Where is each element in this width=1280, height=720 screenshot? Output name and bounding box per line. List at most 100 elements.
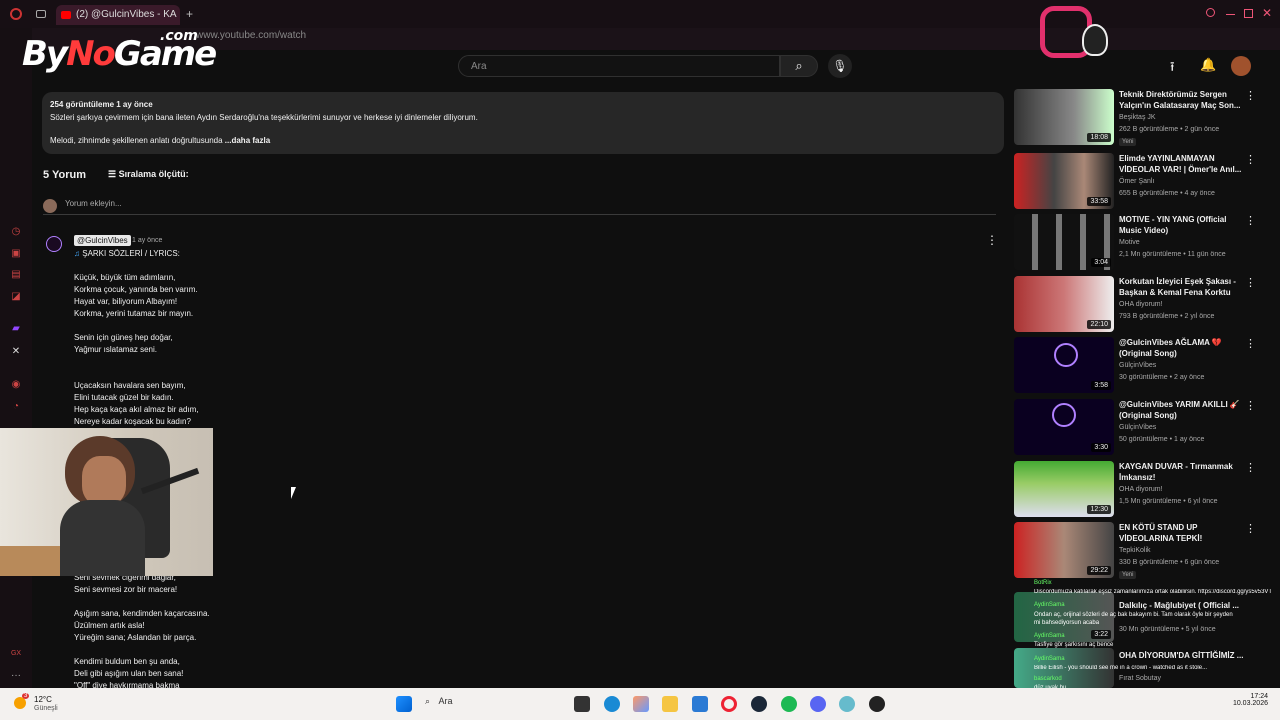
spotify-icon[interactable] xyxy=(781,696,797,712)
channel-name: Motive xyxy=(1119,239,1140,246)
chat-username: AydinSama xyxy=(1034,602,1065,608)
video-title: Korkutan İzleyici Eşek Şakası - Başkan &… xyxy=(1119,277,1236,297)
video-stats: 655 B görüntüleme • 4 ay önce xyxy=(1119,190,1215,197)
show-more-link[interactable]: ...daha fazla xyxy=(225,136,270,145)
lyric-line: Elini tutacak güzel bir kadın. xyxy=(74,393,174,402)
mic-icon: 🎙 xyxy=(832,59,848,73)
close-icon[interactable]: ✕ xyxy=(1262,6,1272,20)
voice-search-button[interactable]: 🎙 xyxy=(828,54,852,78)
comment-time[interactable]: 1 ay önce xyxy=(132,237,162,244)
video-item[interactable]: 29:22 EN KÖTÜ STAND UP VİDEOLARINA TEPKİ… xyxy=(1014,522,1264,580)
sort-icon: ☰ xyxy=(108,169,119,179)
video-thumbnail: 22:10 xyxy=(1014,276,1114,332)
youtube-icon xyxy=(61,11,71,19)
channel-name: Ömer Şanlı xyxy=(1119,178,1155,185)
messenger-icon[interactable]: ◪ xyxy=(10,291,22,303)
chat-message: Tasfiye gör şarkısını aç bence xyxy=(1034,642,1114,648)
lyric-line: Yağmur ıslatamaz seni. xyxy=(74,345,157,354)
more-options-icon[interactable]: ⋮ xyxy=(1245,89,1256,102)
lyric-line: Küçük, büyük tüm adımların, xyxy=(74,273,176,282)
edge-icon[interactable] xyxy=(604,696,620,712)
video-item[interactable]: 3:04 MOTIVE - YIN YANG (Official Music V… xyxy=(1014,214,1264,272)
weather-widget[interactable]: 3 12°C Güneşli xyxy=(14,693,74,715)
search-input[interactable]: Ara xyxy=(458,55,780,77)
more-options-icon[interactable]: ⋮ xyxy=(1245,214,1256,227)
history-icon[interactable]: ◷ xyxy=(10,226,22,238)
minimize-icon[interactable] xyxy=(1226,14,1235,15)
description-line: Sözleri şarkıya çevirmem için bana ilete… xyxy=(50,113,478,122)
new-tab-button[interactable]: + xyxy=(186,7,193,21)
twitch-icon[interactable]: ▰ xyxy=(10,323,22,335)
video-stats: 50 görüntüleme • 1 ay önce xyxy=(1119,436,1205,443)
opera-icon[interactable] xyxy=(721,696,737,712)
store-icon[interactable] xyxy=(692,696,708,712)
more-options-icon[interactable]: ⋮ xyxy=(1245,153,1256,166)
browser-sidebar: ◷ ▣ ▤ ◪ ▰ ✕ ◉ ◔ GX ··· xyxy=(0,28,32,688)
video-stats: 30 görüntüleme • 2 ay önce xyxy=(1119,374,1205,381)
upload-icon[interactable]: ⭱ xyxy=(1170,58,1175,80)
more-options-icon[interactable]: ⋮ xyxy=(1245,337,1256,350)
more-options-icon[interactable]: ⋮ xyxy=(986,233,998,247)
search-icon[interactable] xyxy=(1206,8,1215,17)
tab-youtube[interactable]: (2) @GulcinVibes - KA xyxy=(56,5,180,25)
video-title: @GulcinVibes AĞLAMA 💔 (Original Song) xyxy=(1119,338,1222,358)
avatar[interactable] xyxy=(46,236,62,252)
avatar xyxy=(43,199,57,213)
bag-icon[interactable]: ▣ xyxy=(10,248,22,260)
more-options-icon[interactable]: ⋮ xyxy=(1245,276,1256,289)
maximize-icon[interactable] xyxy=(1244,9,1253,18)
video-stats: 262 B görüntüleme • 2 gün önce xyxy=(1119,126,1220,133)
video-item[interactable]: 33:58 Elimde YAYINLANMAYAN VİDEOLAR VAR!… xyxy=(1014,153,1264,211)
address-bar[interactable]: www.youtube.com/watch xyxy=(100,30,1000,46)
channel-name: OHA diyorum! xyxy=(1119,301,1163,308)
comment-text: ♫ ŞARKI SÖZLERİ / LYRICS: xyxy=(74,249,180,258)
channel-name: GülçinVibes xyxy=(1119,424,1157,431)
video-description[interactable]: 254 görüntüleme 1 ay önce Sözleri şarkıy… xyxy=(42,92,1004,154)
task-view-icon[interactable] xyxy=(574,696,590,712)
channel-name: TepkiKolik xyxy=(1119,547,1151,554)
music-note-icon: ♫ xyxy=(74,249,83,258)
clock[interactable]: 17:24 10.03.2026 xyxy=(1228,693,1268,707)
avatar[interactable] xyxy=(1231,56,1251,76)
comment-author[interactable]: @GulcinVibes xyxy=(74,235,131,246)
video-item[interactable]: 3:58 @GulcinVibes AĞLAMA 💔 (Original Son… xyxy=(1014,337,1264,395)
video-title: Elimde YAYINLANMAYAN VİDEOLAR VAR! | Öme… xyxy=(1119,154,1242,174)
settings-icon[interactable] xyxy=(839,696,855,712)
video-title: EN KÖTÜ STAND UP VİDEOLARINA TEPKİ! xyxy=(1119,523,1203,543)
video-thumbnail: 33:58 xyxy=(1014,153,1114,209)
lyric-line: Deli gibi aşığım ulan ben sana! xyxy=(74,669,184,678)
more-options-icon[interactable]: ⋮ xyxy=(1245,461,1256,474)
file-explorer-icon[interactable] xyxy=(662,696,678,712)
search-button[interactable]: ⌕ xyxy=(780,55,818,77)
lyric-line: Korkma çocuk, yanında ben varım. xyxy=(74,285,198,294)
x-icon[interactable]: ✕ xyxy=(10,346,22,358)
search-icon: ⌕ xyxy=(795,58,803,73)
more-icon[interactable]: ··· xyxy=(10,670,22,682)
video-item[interactable]: 18:08 Teknik Direktörümüz Sergen Yalçın'… xyxy=(1014,89,1264,147)
tabs-icon[interactable] xyxy=(36,10,46,18)
wallet-icon[interactable]: ▤ xyxy=(10,269,22,281)
more-options-icon[interactable]: ⋮ xyxy=(1245,399,1256,412)
discord-icon[interactable] xyxy=(810,696,826,712)
desk-shape xyxy=(0,546,60,576)
taskbar: 3 12°C Güneşli ⌕ Ara 17:24 10.03.2026 xyxy=(0,688,1280,720)
gx-icon[interactable]: GX xyxy=(10,648,22,660)
video-item[interactable]: 3:30 @GulcinVibes YARIM AKILLI 🎸 (Origin… xyxy=(1014,399,1264,457)
video-title: Teknik Direktörümüz Sergen Yalçın'ın Gal… xyxy=(1119,90,1241,110)
copilot-icon[interactable] xyxy=(633,696,649,712)
app-icon[interactable] xyxy=(869,696,885,712)
cursor-icon xyxy=(291,487,296,499)
notifications-icon[interactable]: 🔔 xyxy=(1200,57,1216,73)
add-comment-input[interactable]: Yorum ekleyin... xyxy=(43,199,996,215)
clock-icon[interactable]: ◔ xyxy=(10,401,22,413)
description-line: Melodi, zihnimde şekillenen anlatı doğru… xyxy=(50,136,271,145)
more-options-icon[interactable]: ⋮ xyxy=(1245,522,1256,535)
steam-icon[interactable] xyxy=(751,696,767,712)
video-item[interactable]: 22:10 Korkutan İzleyici Eşek Şakası - Ba… xyxy=(1014,276,1264,334)
windows-start-icon[interactable] xyxy=(396,696,412,712)
opera-logo-icon[interactable] xyxy=(10,8,22,20)
taskbar-search[interactable]: ⌕ Ara xyxy=(425,696,565,712)
player-icon[interactable]: ◉ xyxy=(10,379,22,391)
sort-button[interactable]: ☰ Sıralama ölçütü: xyxy=(108,169,189,180)
video-item[interactable]: 12:30 KAYGAN DUVAR - Tırmanmak İmkansız!… xyxy=(1014,461,1264,519)
